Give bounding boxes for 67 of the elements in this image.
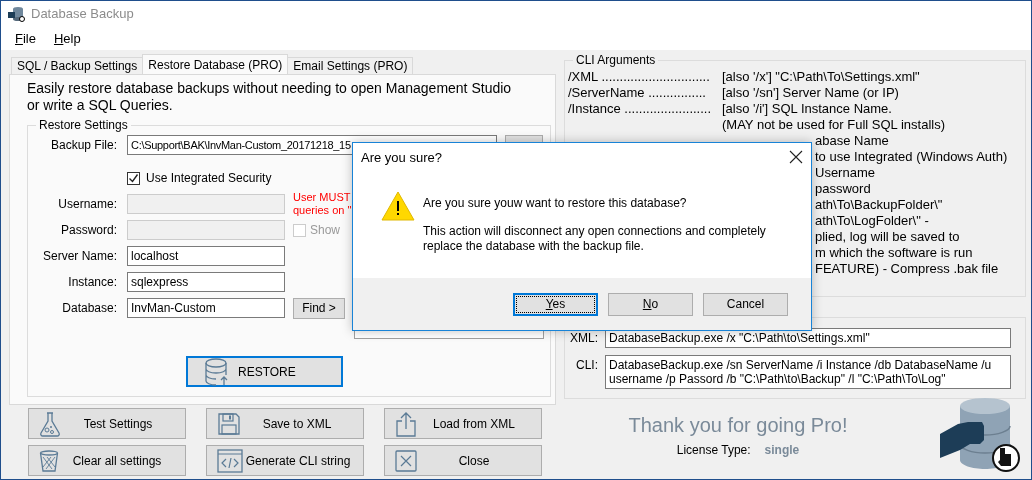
argument-description: password xyxy=(815,181,871,197)
checkbox-label: Use Integrated Security xyxy=(146,171,272,185)
dialog-button[interactable]: No xyxy=(608,292,693,316)
argument-description: (MAY not be used for Full SQL installs) xyxy=(722,117,947,133)
group-title: Restore Settings xyxy=(38,118,129,132)
input-field[interactable]: InvMan-Custom xyxy=(127,298,285,318)
field-label: Database: xyxy=(61,301,117,315)
field-label: Backup File: xyxy=(49,138,117,152)
field-label: Password: xyxy=(59,223,117,237)
restore-button[interactable]: RESTORE xyxy=(186,356,343,387)
toolbar-button[interactable]: Load from XML xyxy=(384,408,542,439)
tab[interactable]: Restore Database (PRO) xyxy=(142,54,289,74)
command-field[interactable]: DatabaseBackup.exe /x "C:\Path\to\Settings.xml" xyxy=(605,328,1011,348)
argument-description: [also '/sn'] Server Name (or IP) xyxy=(722,85,900,101)
input-field[interactable]: sqlexpress xyxy=(127,272,285,292)
argument-description: plied, log will be saved to xyxy=(815,229,960,245)
warning-text: User MUST queries on " xyxy=(293,191,352,217)
app-icon xyxy=(7,5,25,22)
toolbar-button[interactable]: Close xyxy=(384,445,542,476)
argument-description: [also '/i'] SQL Instance Name. xyxy=(722,101,893,117)
dialog-message: Are you sure youw want to restore this database? xyxy=(423,196,688,211)
argument-name: /XML .............................. xyxy=(568,69,711,85)
intro-text: Easily restore database backups without needing to open Management Studio or write a SQL Queries. xyxy=(27,80,513,114)
database-restore-icon xyxy=(204,357,230,386)
find-button[interactable]: Find > xyxy=(293,297,345,319)
argument-description: m which the software is run xyxy=(815,245,973,261)
dialog-button[interactable]: Yes xyxy=(513,292,598,316)
dialog-detail: This action will disconnect any open connections and completely replace the database with the backup file. xyxy=(423,224,766,254)
close-button[interactable] xyxy=(789,150,803,164)
tab[interactable]: Email Settings (PRO) xyxy=(287,57,414,74)
checkbox-label: Show xyxy=(310,223,341,237)
wastebasket-icon xyxy=(39,449,59,472)
argument-description: ath\To\LogFolder\" - xyxy=(815,213,929,229)
thank-you-text: Thank you for going Pro! xyxy=(628,413,848,437)
menu-item[interactable]: Help xyxy=(47,28,87,48)
argument-description: abase Name xyxy=(815,133,889,149)
field-label: XML: xyxy=(569,330,598,345)
argument-name: /ServerName ................ xyxy=(568,85,707,101)
menu-item[interactable]: File xyxy=(9,28,42,48)
flask-icon xyxy=(39,410,61,437)
toolbar-button[interactable]: Save to XML xyxy=(206,408,364,439)
input-field[interactable]: localhost xyxy=(127,246,285,266)
argument-description: Username xyxy=(815,165,875,181)
field-label: Username: xyxy=(57,197,117,211)
argument-name: /Instance ........................ xyxy=(568,101,713,117)
argument-description: [also '/x'] "C:\Path\To\Settings.xml" xyxy=(722,69,921,85)
upload-icon xyxy=(395,410,417,437)
argument-description: ath\To\BackupFolder\" xyxy=(815,197,943,213)
toolbar-button[interactable]: Test Settings xyxy=(28,408,186,439)
command-field[interactable]: DatabaseBackup.exe /sn ServerName /i Instance /db DatabaseName /u username /p Passord /b "C:\Path\to\Backup" /l "C:\Path\To\Log" xyxy=(605,355,1011,389)
close-icon xyxy=(395,449,417,472)
warning-icon xyxy=(381,191,415,221)
group-title: CLI Arguments xyxy=(575,53,657,67)
argument-description: FEATURE) - Compress .bak file xyxy=(815,261,999,277)
field-label: CLI: xyxy=(575,357,598,372)
window-title: Database Backup xyxy=(31,6,134,21)
tab[interactable]: SQL / Backup Settings xyxy=(11,57,144,74)
license-label: License Type: xyxy=(676,442,751,457)
field-label: Instance: xyxy=(67,275,117,289)
argument-description: to use Integrated (Windows Auth) xyxy=(815,149,1008,165)
toolbar-button[interactable]: Generate CLI string xyxy=(206,445,364,476)
dialog-button[interactable]: Cancel xyxy=(703,292,788,316)
license-value: single xyxy=(764,442,800,457)
checkbox[interactable] xyxy=(127,171,140,185)
toolbar-button[interactable]: Clear all settings xyxy=(28,445,186,476)
code-icon xyxy=(217,448,243,473)
field-label: Server Name: xyxy=(41,249,117,263)
